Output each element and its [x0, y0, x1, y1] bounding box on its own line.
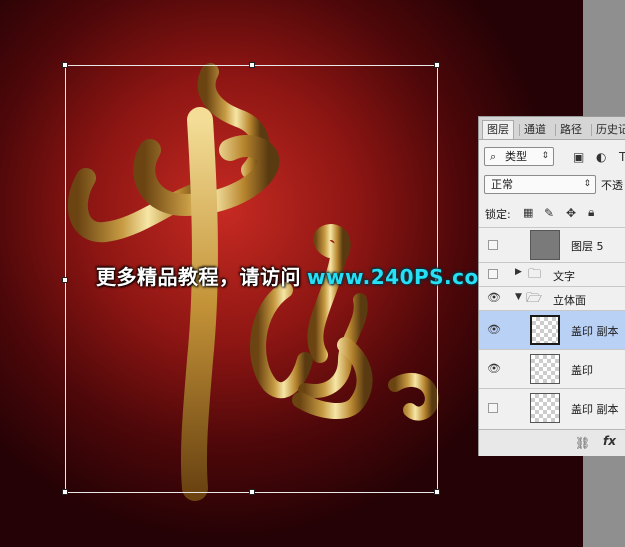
layer-name[interactable]: 图层 5	[571, 238, 604, 254]
panel-footer: ⛓︎ fx	[479, 429, 625, 456]
transform-handle-top-center[interactable]	[249, 62, 255, 68]
chevron-down-icon[interactable]: ▼	[515, 292, 522, 302]
layer-group-row[interactable]: 👁︎ ▼ 🗁︎ 立体面	[479, 286, 625, 310]
filter-kind-value: 类型	[505, 150, 527, 163]
folder-open-icon: 🗁︎	[526, 291, 543, 306]
lock-row: 锁定: ▦ ✎ ✥ 🔒︎	[479, 205, 625, 223]
chevron-right-icon[interactable]: ▶	[515, 267, 522, 277]
lock-label: 锁定:	[485, 208, 511, 221]
layer-group-row[interactable]: ▶ 🗀︎ 文字	[479, 262, 625, 286]
lock-all-icon[interactable]: 🔒︎	[588, 205, 594, 219]
filter-row: ⌕ 类型 ⇕ ▣ ◐ T	[479, 147, 625, 169]
fx-icon[interactable]: fx	[603, 434, 616, 448]
chevron-updown-icon: ⇕	[583, 179, 591, 189]
visibility-off-box[interactable]	[488, 269, 498, 279]
visibility-off-box[interactable]	[488, 403, 498, 413]
group-name[interactable]: 立体面	[553, 292, 586, 308]
tab-history[interactable]: 历史记	[592, 121, 625, 139]
eye-icon[interactable]: 👁︎	[487, 363, 501, 375]
opacity-label: 不透	[601, 179, 623, 192]
layers-panel: 图层 通道 路径 历史记 ⌕ 类型 ⇕ ▣ ◐ T 正常 ⇕ 不透 锁定: ▦ …	[478, 116, 625, 456]
folder-icon: 🗀︎	[528, 267, 542, 282]
blend-row: 正常 ⇕ 不透	[479, 175, 625, 197]
tab-channels[interactable]: 通道	[520, 121, 550, 139]
layer-thumbnail	[530, 354, 560, 384]
chevron-updown-icon: ⇕	[541, 151, 549, 161]
site-watermark: 更多精品教程，请访问 www.240PS.com	[96, 261, 500, 290]
blend-mode-select[interactable]: 正常 ⇕	[484, 175, 596, 194]
image-filter-icon[interactable]: ▣	[573, 150, 584, 164]
tab-paths[interactable]: 路径	[556, 121, 586, 139]
transform-handle-bottom-right[interactable]	[434, 489, 440, 495]
transform-handle-top-left[interactable]	[62, 62, 68, 68]
transform-handle-bottom-center[interactable]	[249, 489, 255, 495]
layer-name[interactable]: 盖印 副本	[571, 323, 619, 339]
group-name[interactable]: 文字	[553, 268, 575, 284]
layer-thumbnail	[530, 230, 560, 260]
panel-tabs: 图层 通道 路径 历史记	[479, 117, 625, 140]
transform-handle-middle-left[interactable]	[62, 277, 68, 283]
layer-row-selected[interactable]: 👁︎ 盖印 副本	[479, 310, 625, 349]
blend-mode-value: 正常	[491, 178, 513, 191]
layer-row[interactable]: 👁︎ 盖印	[479, 349, 625, 388]
visibility-off-box[interactable]	[488, 240, 498, 250]
transform-handle-bottom-left[interactable]	[62, 489, 68, 495]
adjustment-filter-icon[interactable]: ◐	[596, 150, 606, 164]
layer-name[interactable]: 盖印 副本	[571, 401, 619, 417]
layer-name[interactable]: 盖印	[571, 362, 593, 378]
watermark-url: www.240PS.com	[307, 265, 501, 289]
filter-kind-select[interactable]: ⌕ 类型 ⇕	[484, 147, 554, 166]
eye-icon[interactable]: 👁︎	[487, 292, 501, 304]
eye-icon[interactable]: 👁︎	[487, 324, 501, 336]
watermark-text: 更多精品教程，请访问	[96, 265, 301, 289]
search-icon: ⌕	[490, 150, 497, 163]
layer-row[interactable]: 图层 5	[479, 227, 625, 262]
tab-layers[interactable]: 图层	[482, 120, 514, 139]
lock-brush-icon[interactable]: ✎	[544, 206, 554, 220]
link-icon[interactable]: ⛓︎	[575, 436, 590, 450]
layer-thumbnail	[530, 315, 560, 345]
layer-row[interactable]: 盖印 副本	[479, 388, 625, 427]
lock-move-icon[interactable]: ✥	[566, 206, 576, 220]
lock-transparent-icon[interactable]: ▦	[523, 206, 533, 220]
transform-handle-top-right[interactable]	[434, 62, 440, 68]
type-filter-icon[interactable]: T	[619, 150, 625, 164]
layer-thumbnail	[530, 393, 560, 423]
